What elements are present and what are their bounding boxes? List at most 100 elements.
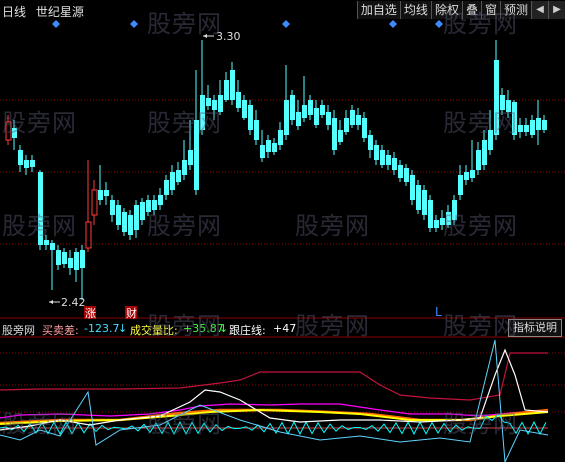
- candle-body: [494, 60, 499, 135]
- volume-ratio-label: 成交量比:: [130, 324, 178, 337]
- candle-body: [50, 243, 55, 250]
- candle-body: [440, 218, 445, 225]
- white-line: [0, 348, 549, 431]
- buy-sell-value: -123.7: [84, 322, 120, 335]
- volume-ratio-arrow: ↓: [219, 322, 229, 335]
- low-annotation: 2.42: [49, 296, 86, 309]
- candle-body: [116, 205, 121, 225]
- candle-body: [176, 170, 181, 182]
- candle-body: [30, 160, 35, 167]
- candle-body: [386, 155, 391, 165]
- candle-body: [446, 212, 451, 225]
- finance-marker: 财: [125, 306, 137, 320]
- candle-body: [122, 212, 127, 232]
- zhang-label: 涨: [85, 307, 96, 320]
- candle-body: [422, 190, 427, 215]
- red-step-line: [0, 352, 548, 401]
- candle-body: [338, 130, 343, 142]
- cai-label: 财: [126, 306, 137, 320]
- candle-body: [266, 140, 271, 152]
- candle-body: [518, 125, 523, 132]
- candle-body: [146, 200, 151, 212]
- candle-body: [314, 108, 319, 125]
- candle-body: [308, 100, 313, 115]
- event-diamond-icon: [435, 20, 443, 28]
- candle-body: [12, 128, 17, 138]
- price-chart[interactable]: 3.30 2.42 涨 财 L: [0, 0, 565, 462]
- event-diamond-icon: [130, 20, 138, 28]
- candle-body: [362, 118, 367, 138]
- candle-body: [542, 120, 547, 130]
- candle-body: [284, 100, 289, 135]
- candle-body: [224, 80, 229, 100]
- candle-body: [356, 115, 361, 125]
- candle-body: [56, 250, 61, 265]
- candle-body: [380, 150, 385, 165]
- candle-body: [464, 172, 469, 180]
- candle-body: [158, 195, 163, 205]
- candle-body: [272, 143, 277, 152]
- candle-body: [416, 185, 421, 210]
- candle-body: [470, 170, 475, 178]
- candle-body: [128, 215, 133, 235]
- candle-body: [5, 121, 12, 141]
- high-annotation: 3.30: [203, 30, 241, 43]
- candle-body: [524, 125, 529, 132]
- candle-body: [68, 258, 73, 268]
- candle-body: [98, 190, 103, 200]
- volume-ratio-value: +35.87: [183, 322, 224, 335]
- candle-body: [80, 250, 85, 268]
- candle-body: [85, 221, 92, 249]
- candle-body: [536, 118, 541, 130]
- candle-body: [344, 118, 349, 132]
- candle-body: [278, 130, 283, 145]
- candle-body: [140, 202, 145, 220]
- event-diamond-icon: [389, 20, 397, 28]
- candle-body: [91, 189, 98, 216]
- candle-body: [506, 100, 511, 112]
- candle-body: [24, 160, 29, 168]
- candle-body: [170, 172, 175, 190]
- candle-body: [302, 105, 307, 118]
- candle-body: [476, 150, 481, 170]
- event-diamond-icon: [52, 20, 60, 28]
- candle-body: [392, 158, 397, 170]
- candle-body: [452, 200, 457, 220]
- light-blue-line: [0, 339, 549, 462]
- cyan-line: [0, 413, 547, 436]
- candle-body: [38, 172, 43, 245]
- candle-body: [368, 135, 373, 150]
- limit-up-marker: 涨: [84, 306, 96, 320]
- candle-body: [458, 175, 463, 195]
- event-markers: [52, 20, 443, 28]
- candle-body: [188, 150, 193, 165]
- candle-body: [248, 105, 253, 130]
- event-diamond-icon: [282, 20, 290, 28]
- indicator-name: 股旁网: [2, 324, 35, 337]
- candle-body: [398, 165, 403, 178]
- candle-body: [404, 168, 409, 182]
- follow-label: 跟庄线:: [229, 324, 266, 337]
- candle-body: [260, 145, 265, 158]
- candle-body: [164, 180, 169, 195]
- candle-body: [200, 95, 205, 130]
- low-price-label: 2.42: [61, 296, 86, 309]
- candle-body: [74, 252, 79, 270]
- candle-body: [296, 112, 301, 126]
- indicator-bar: 股旁网 买卖差: -123.7 ↓ 成交量比: +35.87 ↓ 跟庄线: +4…: [0, 321, 565, 337]
- buy-sell-arrow: ↓: [118, 322, 128, 335]
- candle-body: [290, 95, 295, 120]
- candle-body: [110, 200, 115, 215]
- candle-body: [242, 100, 247, 118]
- candle-body: [236, 92, 241, 108]
- candle-body: [320, 105, 325, 115]
- high-price-label: 3.30: [216, 30, 241, 43]
- candle-body: [212, 100, 217, 110]
- indicator-pane: [0, 339, 549, 462]
- candle-body: [512, 102, 517, 135]
- candle-body: [62, 252, 67, 264]
- candle-body: [410, 175, 415, 200]
- indicator-help-button[interactable]: 指标说明: [508, 319, 562, 337]
- candle-body: [500, 95, 505, 110]
- l-marker: L: [435, 305, 442, 319]
